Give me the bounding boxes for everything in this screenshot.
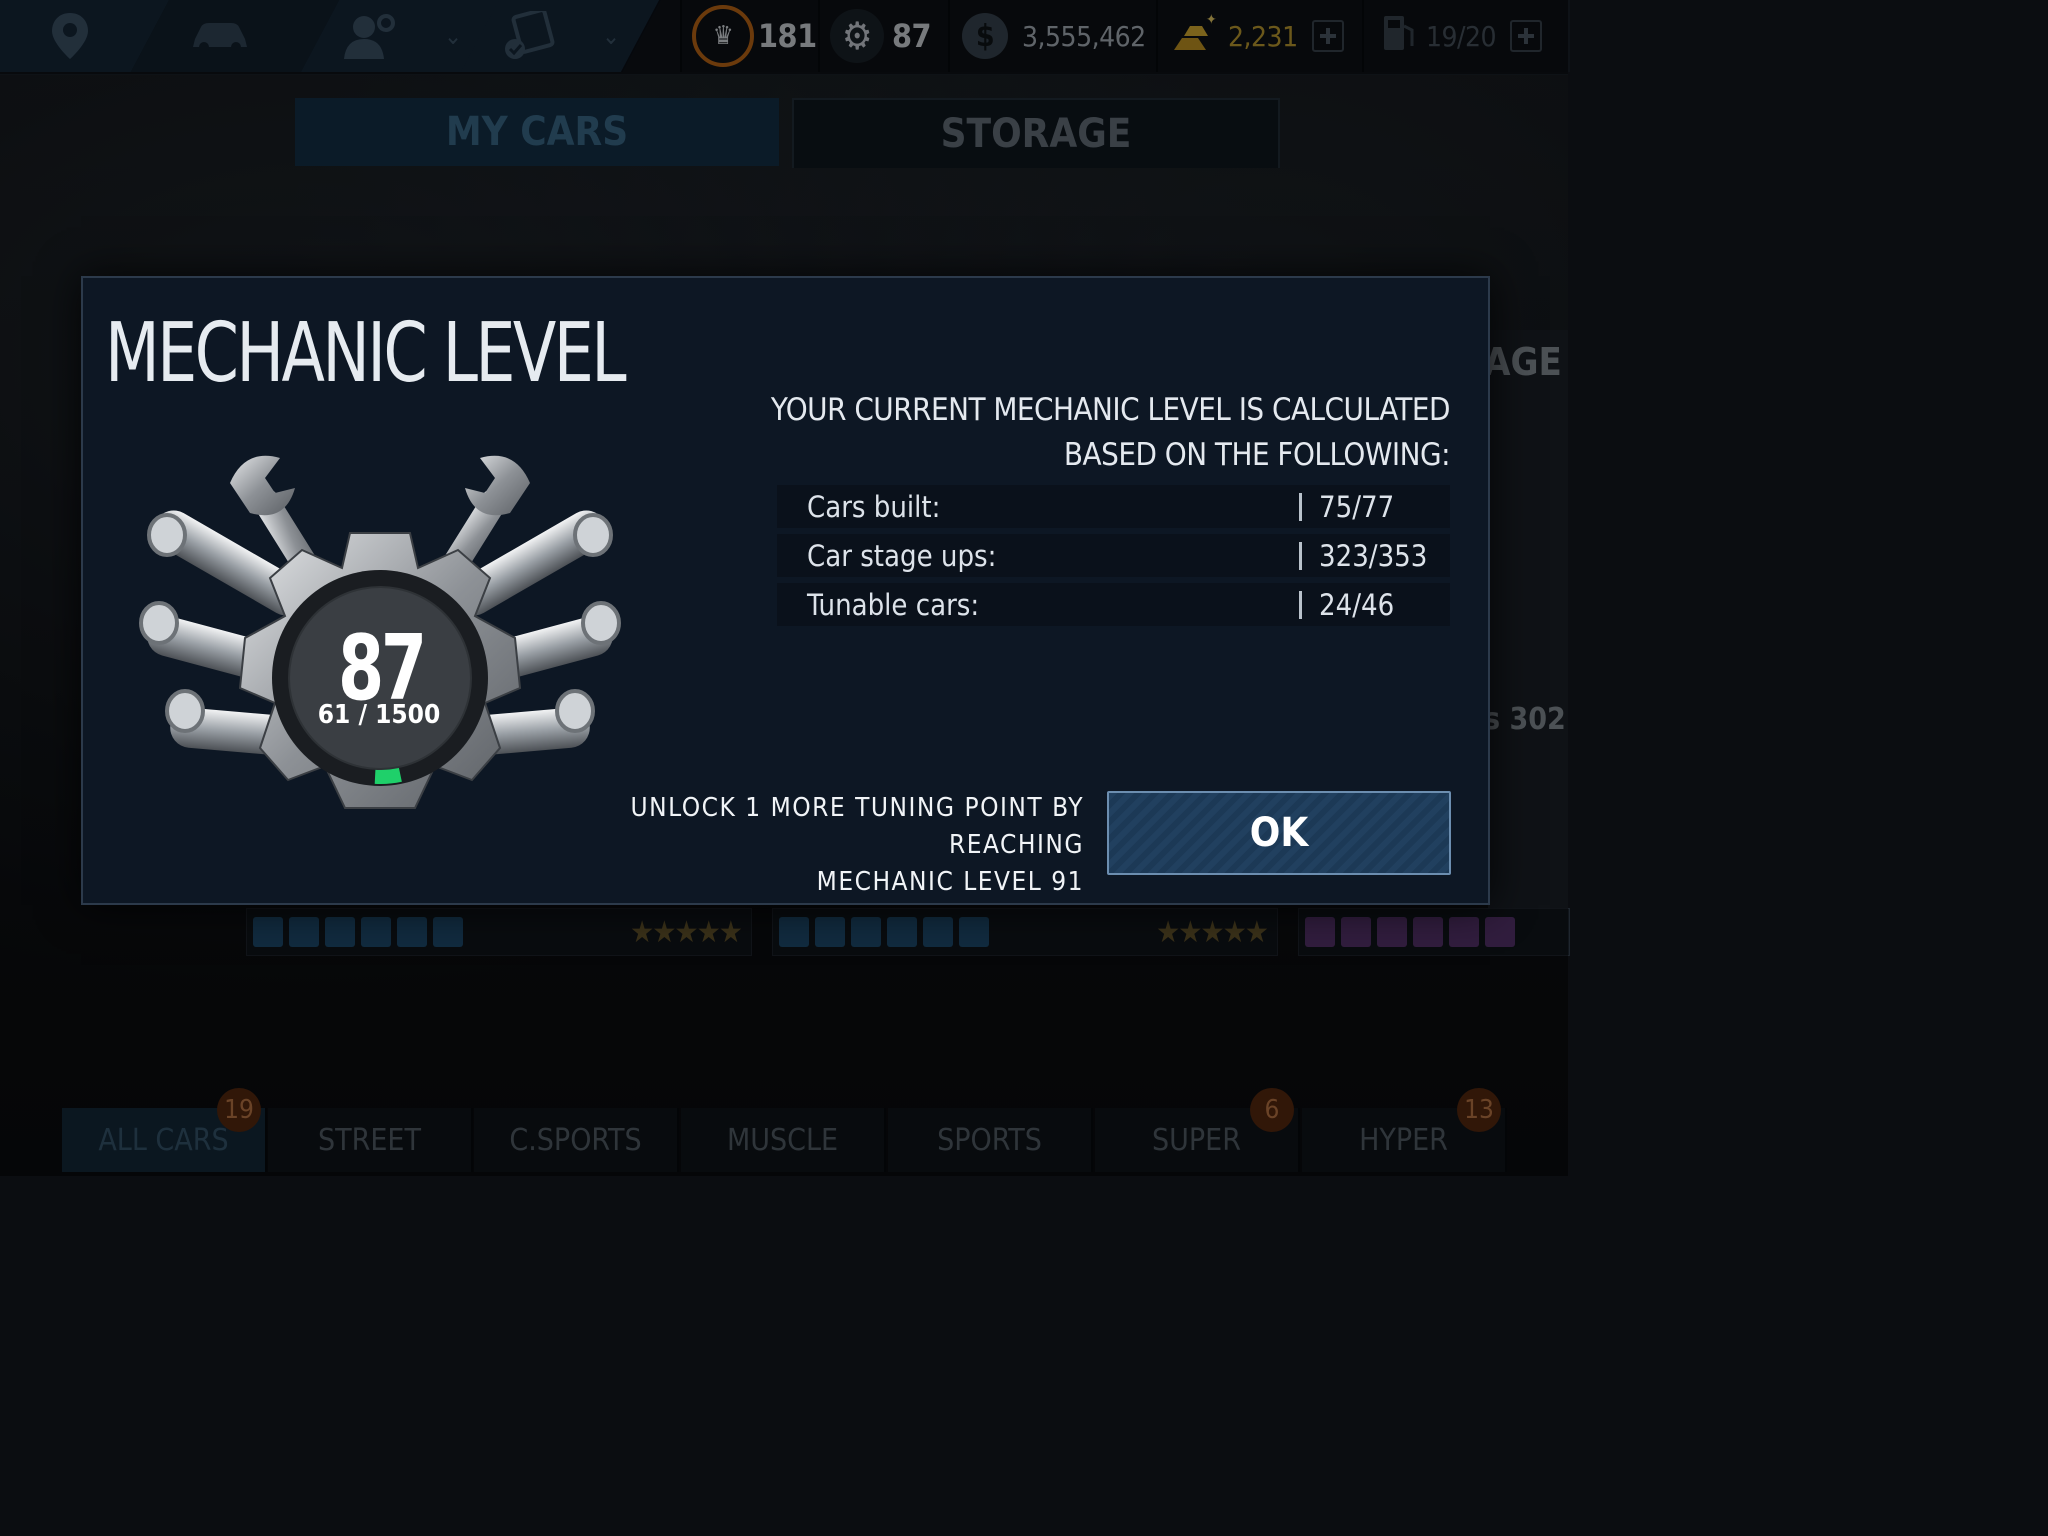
- mechanic-level-dialog: MECHANIC LEVEL 87 61 / 1500 YOUR CURRENT…: [81, 276, 1490, 905]
- stat-row-tunable-cars: Tunable cars: 24/46: [777, 583, 1450, 626]
- stat-row-car-stage-ups: Car stage ups: 323/353: [777, 534, 1450, 577]
- stat-row-cars-built: Cars built: 75/77: [777, 485, 1450, 528]
- ok-button[interactable]: OK: [1107, 791, 1451, 875]
- stat-label: Tunable cars:: [807, 587, 980, 622]
- stat-value: 75/77: [1319, 489, 1395, 524]
- mechanic-level-progress: 61 / 1500: [317, 700, 441, 730]
- description-line: YOUR CURRENT MECHANIC LEVEL IS CALCULATE…: [770, 392, 1451, 428]
- unlock-message: UNLOCK 1 MORE TUNING POINT BY REACHING M…: [524, 790, 1084, 901]
- stat-value: 323/353: [1319, 538, 1428, 573]
- level-progress-bar: [374, 767, 402, 784]
- stat-label: Car stage ups:: [807, 538, 997, 573]
- stat-value: 24/46: [1319, 587, 1395, 622]
- divider: [1299, 591, 1302, 619]
- dialog-title: MECHANIC LEVEL: [105, 306, 627, 401]
- divider: [1299, 542, 1302, 570]
- unlock-line: MECHANIC LEVEL 91: [816, 867, 1084, 897]
- divider: [1299, 493, 1302, 521]
- description-line: BASED ON THE FOLLOWING:: [1063, 437, 1451, 473]
- dialog-description: YOUR CURRENT MECHANIC LEVEL IS CALCULATE…: [650, 388, 1451, 478]
- stats-table: Cars built: 75/77 Car stage ups: 323/353…: [777, 485, 1450, 632]
- unlock-line: UNLOCK 1 MORE TUNING POINT BY REACHING: [630, 793, 1084, 860]
- stat-label: Cars built:: [807, 489, 941, 524]
